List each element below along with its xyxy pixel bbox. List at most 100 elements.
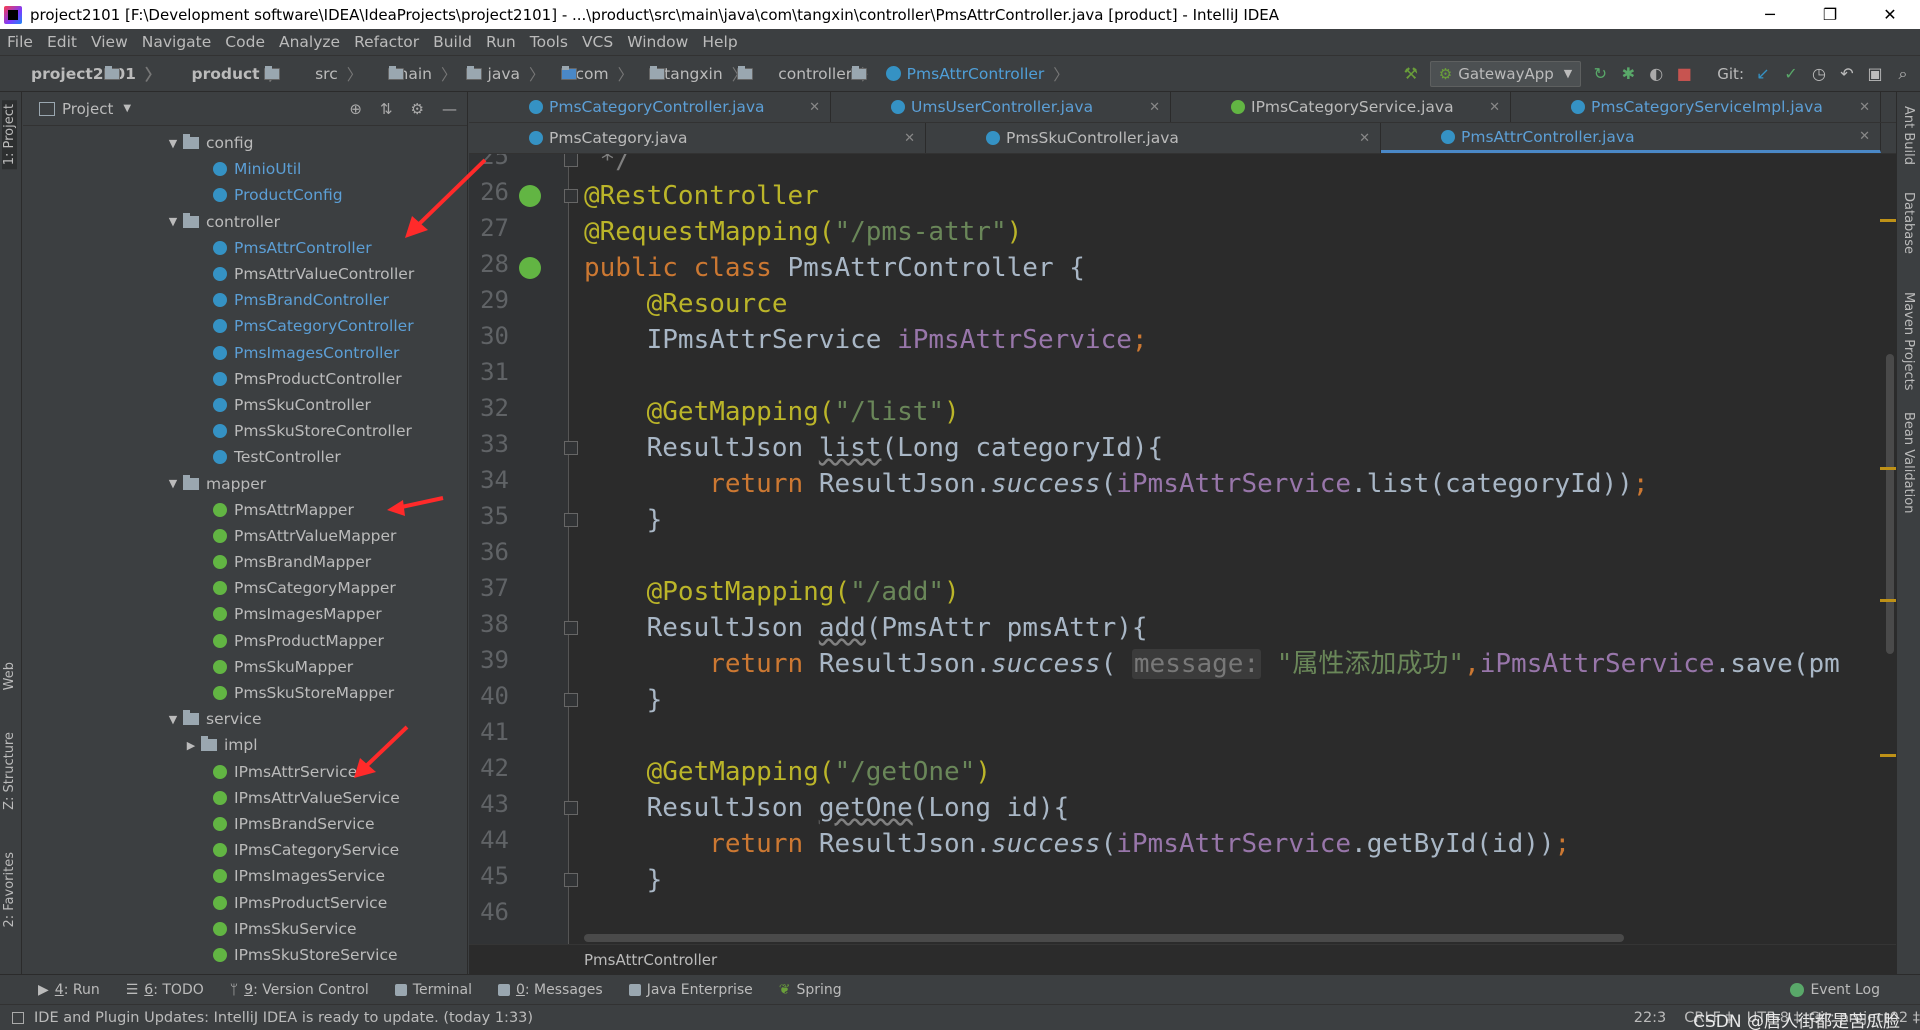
expanded-arrow-icon[interactable]: ▼ — [163, 477, 183, 490]
menu-refactor[interactable]: Refactor — [347, 33, 426, 51]
tree-node[interactable]: PmsAttrValueMapper — [23, 523, 467, 549]
git-revert-icon[interactable]: ↶ — [1838, 64, 1856, 83]
fold-marker-icon[interactable] — [564, 189, 578, 203]
caret-position[interactable]: 22:3 — [1634, 1010, 1667, 1026]
git-update-icon[interactable]: ↙ — [1754, 64, 1772, 83]
tool-database-tab[interactable]: Database — [1901, 192, 1916, 254]
tree-node[interactable]: IPmsImagesService — [23, 863, 467, 889]
tool-maven-tab[interactable]: Maven Projects — [1901, 292, 1916, 391]
editor-tab[interactable]: PmsAttrController.java ✕ — [1381, 123, 1881, 153]
menu-vcs[interactable]: VCS — [575, 33, 620, 51]
menu-navigate[interactable]: Navigate — [135, 33, 219, 51]
expanded-arrow-icon[interactable]: ▼ — [163, 215, 183, 228]
class-gutter-icon[interactable] — [519, 257, 541, 279]
locate-target-icon[interactable]: ⊕ — [349, 100, 362, 118]
breadcrumb-main[interactable]: main 〉 — [371, 63, 483, 85]
vertical-scrollbar[interactable] — [1886, 354, 1894, 654]
build-hammer-icon[interactable]: ⚒ — [1402, 64, 1420, 83]
tree-node[interactable]: IPmsSkuStoreService — [23, 942, 467, 968]
chevron-down-icon[interactable]: ▼ — [123, 103, 131, 114]
tool-structure-tab[interactable]: Z: Structure — [2, 732, 17, 810]
tree-node[interactable]: ▼ controller — [23, 209, 467, 235]
tool-run-tab[interactable]: ▶ 4: Run — [38, 982, 100, 998]
close-tab-icon[interactable]: ✕ — [809, 100, 820, 115]
stop-icon[interactable]: ■ — [1675, 64, 1693, 83]
tool-spring-tab[interactable]: ❦ Spring — [779, 982, 842, 998]
git-history-icon[interactable]: ◷ — [1810, 64, 1828, 83]
tree-node[interactable]: IPmsBrandService — [23, 811, 467, 837]
tree-node[interactable]: PmsSkuController — [23, 392, 467, 418]
close-tab-icon[interactable]: ✕ — [1859, 129, 1870, 144]
tree-node[interactable]: IPmsProductService — [23, 889, 467, 915]
tree-node[interactable]: PmsProductMapper — [23, 628, 467, 654]
restore-button[interactable]: ❐ — [1800, 5, 1860, 24]
menu-file[interactable]: File — [0, 33, 40, 51]
editor-tab[interactable]: IPmsCategoryService.java ✕ — [1171, 92, 1511, 122]
close-tab-icon[interactable]: ✕ — [904, 131, 915, 146]
warning-marker[interactable] — [1880, 467, 1896, 470]
close-button[interactable]: ✕ — [1860, 5, 1920, 24]
expanded-arrow-icon[interactable]: ▼ — [163, 713, 183, 726]
tool-favorites-tab[interactable]: 2: Favorites — [2, 852, 17, 928]
tree-node[interactable]: PmsCategoryController — [23, 313, 467, 339]
editor-tab[interactable]: PmsSkuController.java ✕ — [926, 123, 1381, 153]
fold-marker-icon[interactable] — [564, 441, 578, 455]
tree-node[interactable]: PmsBrandMapper — [23, 549, 467, 575]
status-toggle-icon[interactable] — [12, 1011, 24, 1024]
menu-tools[interactable]: Tools — [523, 33, 575, 51]
tree-node[interactable]: MinioUtil — [23, 156, 467, 182]
tree-node[interactable]: PmsSkuStoreMapper — [23, 680, 467, 706]
editor-breadcrumb[interactable]: PmsAttrController — [584, 951, 717, 969]
editor-tab[interactable]: PmsCategoryServiceImpl.java ✕ — [1511, 92, 1881, 122]
editor-tab[interactable]: PmsCategoryController.java ✕ — [469, 92, 831, 122]
breadcrumb-project[interactable]: project2101 〉 — [9, 63, 160, 85]
gear-icon[interactable]: ⚙ — [411, 100, 424, 118]
minimize-button[interactable]: ─ — [1740, 5, 1800, 24]
tool-terminal-tab[interactable]: Terminal — [394, 982, 472, 998]
menu-view[interactable]: View — [84, 33, 135, 51]
status-message[interactable]: IDE and Plugin Updates: IntelliJ IDEA is… — [34, 1010, 533, 1026]
tree-node[interactable]: PmsSkuMapper — [23, 654, 467, 680]
tool-todo-tab[interactable]: ☰ 6: TODO — [126, 982, 204, 998]
run-config-select[interactable]: ⚙ GatewayApp ▼ — [1429, 60, 1582, 87]
menu-edit[interactable]: Edit — [40, 33, 84, 51]
collapse-all-icon[interactable]: ⇅ — [380, 100, 393, 118]
fold-marker-icon[interactable] — [564, 154, 578, 167]
menu-build[interactable]: Build — [426, 33, 479, 51]
tree-node[interactable]: PmsCategoryMapper — [23, 575, 467, 601]
project-panel-title[interactable]: Project — [62, 100, 113, 118]
tree-node[interactable]: ▼ mapper — [23, 470, 467, 496]
menu-analyze[interactable]: Analyze — [272, 33, 347, 51]
code-editor[interactable]: 25 26 27 28 29 30 31 32 33 34 35 36 37 38 39 40 41 42 43 44… — [469, 154, 1896, 944]
code-area[interactable]: */ @RestController @RequestMapping("/pms… — [584, 154, 1840, 895]
tool-web-tab[interactable]: Web — [2, 662, 17, 690]
tool-java-enterprise-tab[interactable]: Java Enterprise — [628, 982, 753, 998]
close-tab-icon[interactable]: ✕ — [1489, 100, 1500, 115]
menu-help[interactable]: Help — [695, 33, 744, 51]
close-tab-icon[interactable]: ✕ — [1359, 131, 1370, 146]
menu-window[interactable]: Window — [620, 33, 695, 51]
search-icon[interactable]: ⌕ — [1894, 64, 1912, 83]
git-commit-icon[interactable]: ✓ — [1782, 64, 1800, 83]
coverage-icon[interactable]: ◐ — [1647, 64, 1665, 83]
tree-node[interactable]: IPmsAttrService — [23, 759, 467, 785]
spring-bean-icon[interactable] — [519, 185, 541, 207]
tree-node[interactable]: IPmsCategoryService — [23, 837, 467, 863]
tree-node[interactable]: PmsAttrValueController — [23, 261, 467, 287]
close-tab-icon[interactable]: ✕ — [1859, 100, 1870, 115]
project-structure-icon[interactable]: ▣ — [1866, 64, 1884, 83]
collapsed-arrow-icon[interactable]: ▶ — [181, 739, 201, 752]
tree-node[interactable]: IPmsSkuService — [23, 916, 467, 942]
tool-event-log-tab[interactable]: Event Log — [1790, 982, 1880, 998]
tree-node[interactable]: PmsProductController — [23, 366, 467, 392]
tree-node[interactable]: ProductConfig — [23, 182, 467, 208]
tree-node[interactable]: PmsAttrController — [23, 235, 467, 261]
tool-bean-validation-tab[interactable]: Bean Validation — [1901, 412, 1916, 513]
breadcrumb-src[interactable]: src 〉 — [293, 63, 405, 85]
tree-node[interactable]: PmsBrandController — [23, 287, 467, 313]
breadcrumb-product[interactable]: product〉 — [169, 63, 284, 85]
editor-tab[interactable]: PmsCategory.java ✕ — [469, 123, 926, 153]
debug-bug-icon[interactable]: ✱ — [1619, 64, 1637, 83]
breadcrumb-controller[interactable]: controller 〉 — [756, 63, 876, 85]
tool-project-tab[interactable]: 1: Project — [2, 100, 17, 170]
